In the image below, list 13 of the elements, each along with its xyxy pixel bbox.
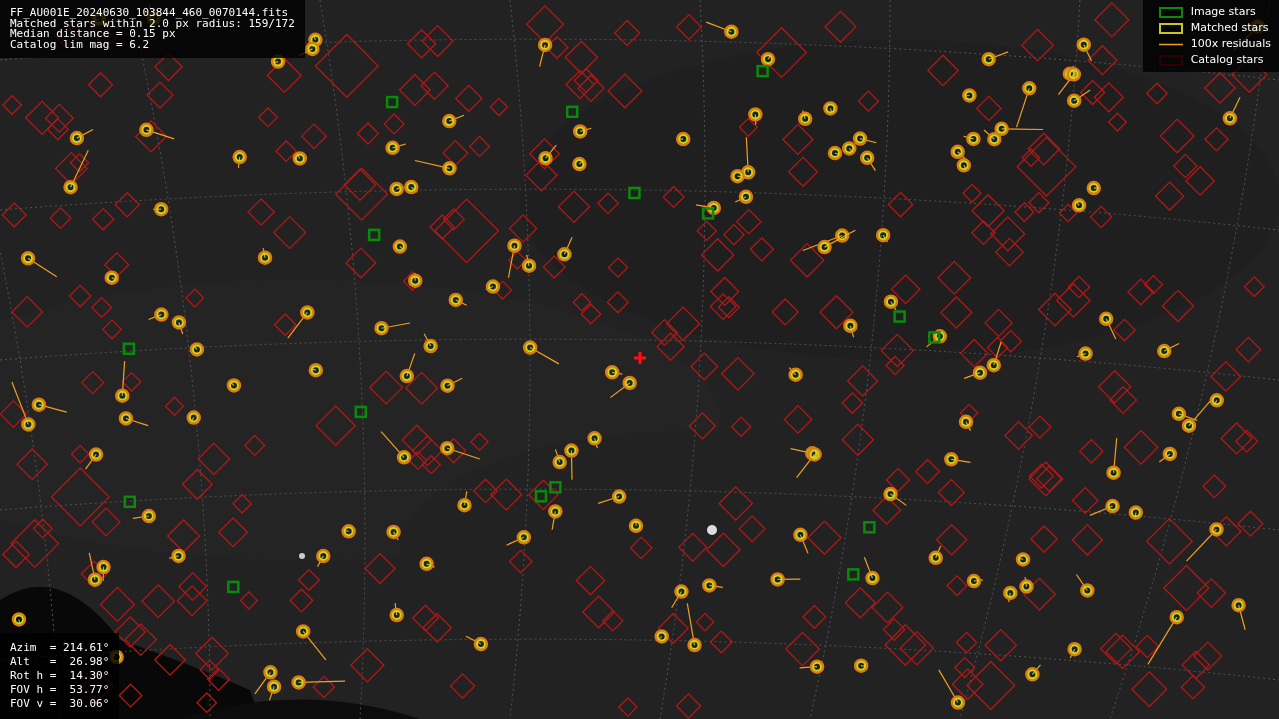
file-info-text: Median distance = 0.15 px [10, 29, 176, 40]
legend-label: Matched stars [1190, 20, 1270, 36]
legend-label: Image stars [1190, 4, 1257, 20]
file-info-text: FF_AU001E_20240630_103844_460_0070144.fits [10, 8, 290, 19]
file-info-text: Matched stars within 2.0 px radius: 159/172 [10, 18, 295, 29]
orientation-text: FOV h = 53.77° [10, 683, 110, 697]
orientation-text: Alt = 26.98° [10, 655, 110, 669]
legend-label: Catalog stars [1190, 52, 1265, 68]
file-info-text: Catalog lim mag = 6.2 [10, 39, 151, 50]
orientation-text: Rot h = 14.30° [10, 669, 110, 683]
orientation-text: FOV v = 30.06° [10, 697, 110, 711]
legend-label: 100x residuals [1190, 36, 1271, 52]
orientation-text: Azim = 214.61° [10, 641, 110, 655]
